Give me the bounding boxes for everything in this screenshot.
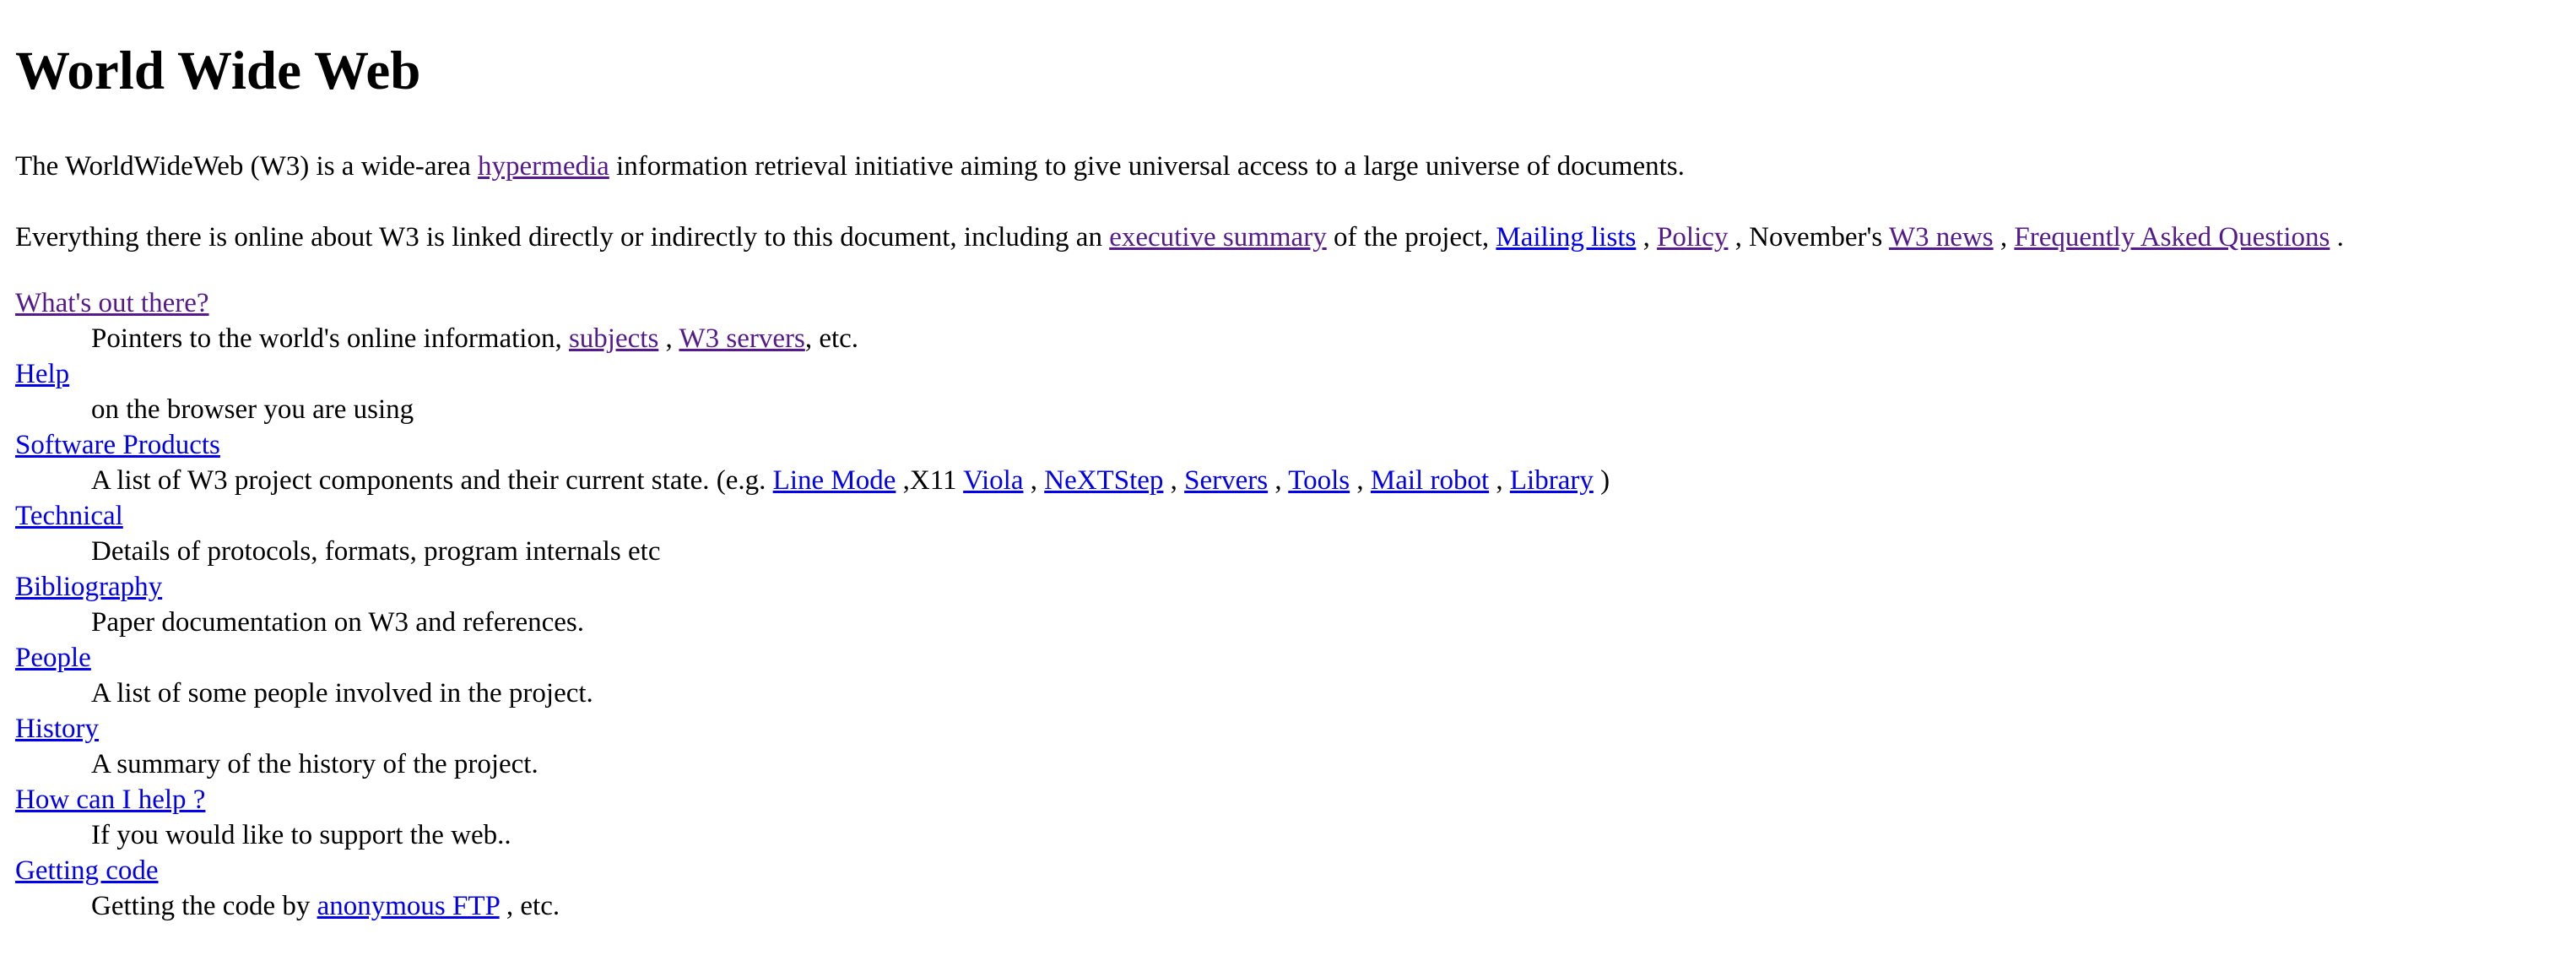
getting-code-desc: Getting the code by: [91, 891, 317, 921]
getting-code-link[interactable]: Getting code: [15, 855, 159, 886]
hypermedia-link[interactable]: hypermedia: [478, 151, 609, 182]
mail-robot-link[interactable]: Mail robot: [1371, 465, 1489, 496]
overview-text-november: , November's: [1728, 222, 1889, 252]
separator: ,: [1163, 465, 1185, 496]
separator: ,: [1268, 465, 1289, 496]
topic-term: Bibliography: [15, 569, 1610, 605]
technical-desc: Details of protocols, formats, program i…: [91, 536, 661, 567]
separator: ,: [1993, 222, 2015, 252]
policy-link[interactable]: Policy: [1657, 222, 1728, 252]
faq-link[interactable]: Frequently Asked Questions: [2014, 222, 2330, 252]
topic-term: How can I help ?: [15, 782, 1610, 817]
getting-code-desc-end: , etc.: [499, 891, 560, 921]
page-title: World Wide Web: [15, 41, 421, 101]
people-link[interactable]: People: [15, 643, 91, 673]
software-products-link[interactable]: Software Products: [15, 430, 220, 460]
software-products-desc: A list of W3 project components and thei…: [91, 465, 773, 496]
anonymous-ftp-link[interactable]: anonymous FTP: [317, 891, 500, 921]
separator: ,: [1489, 465, 1510, 496]
topic-description: A list of W3 project components and thei…: [91, 463, 1610, 498]
help-desc: on the browser you are using: [91, 394, 414, 425]
overview-text-before: Everything there is online about W3 is l…: [15, 222, 1110, 252]
separator: ,: [1350, 465, 1371, 496]
whats-out-there-desc-end: , etc.: [804, 323, 859, 354]
overview-paragraph: Everything there is online about W3 is l…: [15, 220, 2344, 255]
software-products-desc-end: ): [1593, 465, 1610, 496]
topic-term: People: [15, 640, 1610, 676]
servers-link[interactable]: Servers: [1184, 465, 1268, 496]
subjects-link[interactable]: subjects: [569, 323, 658, 354]
tools-link[interactable]: Tools: [1288, 465, 1350, 496]
viola-link[interactable]: Viola: [963, 465, 1023, 496]
intro-text-before: The WorldWideWeb (W3) is a wide-area: [15, 151, 479, 182]
w3-servers-link[interactable]: W3 servers: [679, 323, 804, 354]
overview-text-end: .: [2330, 222, 2344, 252]
history-link[interactable]: History: [15, 714, 99, 744]
topic-description: Getting the code by anonymous FTP , etc.: [91, 888, 1610, 924]
topic-list: What's out there? Pointers to the world'…: [15, 285, 1610, 924]
how-can-i-help-link[interactable]: How can I help ?: [15, 785, 205, 815]
history-desc: A summary of the history of the project.: [91, 749, 538, 779]
w3-news-link[interactable]: W3 news: [1889, 222, 1994, 252]
how-can-i-help-desc: If you would like to support the web..: [91, 820, 511, 850]
topic-term: Software Products: [15, 427, 1610, 463]
topic-term: Getting code: [15, 853, 1610, 888]
topic-term: Help: [15, 356, 1610, 392]
topic-term: History: [15, 711, 1610, 747]
library-link[interactable]: Library: [1510, 465, 1594, 496]
separator: ,: [1023, 465, 1045, 496]
intro-text-after: information retrieval initiative aiming …: [609, 151, 1685, 182]
separator: ,: [658, 323, 679, 354]
technical-link[interactable]: Technical: [15, 501, 123, 531]
whats-out-there-desc: Pointers to the world's online informati…: [91, 323, 569, 354]
nextstep-link[interactable]: NeXTStep: [1044, 465, 1163, 496]
executive-summary-link[interactable]: executive summary: [1109, 222, 1327, 252]
people-desc: A list of some people involved in the pr…: [91, 678, 593, 709]
whats-out-there-link[interactable]: What's out there?: [15, 288, 209, 318]
topic-term: What's out there?: [15, 285, 1610, 321]
overview-text-mid: of the project,: [1326, 222, 1496, 252]
intro-paragraph: The WorldWideWeb (W3) is a wide-area hyp…: [15, 149, 1685, 184]
bibliography-desc: Paper documentation on W3 and references…: [91, 607, 584, 638]
separator: ,: [1636, 222, 1658, 252]
bibliography-link[interactable]: Bibliography: [15, 572, 162, 602]
line-mode-link[interactable]: Line Mode: [773, 465, 896, 496]
help-link[interactable]: Help: [15, 359, 69, 389]
topic-description: Pointers to the world's online informati…: [91, 321, 1610, 356]
topic-term: Technical: [15, 498, 1610, 534]
x11-text: ,X11: [896, 465, 964, 496]
mailing-lists-link[interactable]: Mailing lists: [1496, 222, 1636, 252]
